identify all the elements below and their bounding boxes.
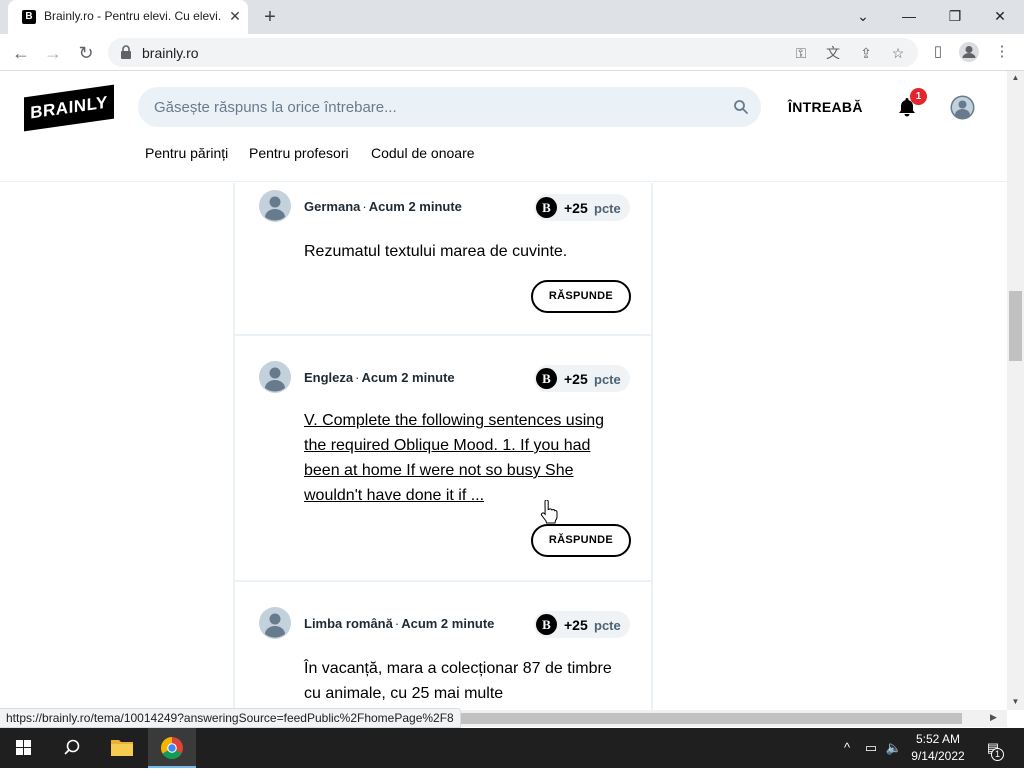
chrome-icon	[161, 737, 183, 759]
tab-title: Brainly.ro - Pentru elevi. Cu elevi.	[44, 9, 222, 23]
question-feed: Germana · Acum 2 minute B +25 pcte Rezumat…	[233, 183, 653, 710]
browser-menu-icon[interactable]: ⋮	[991, 41, 1013, 63]
url-text: brainly.ro	[142, 45, 199, 61]
question-meta: Germana · Acum 2 minute	[304, 199, 462, 214]
horizontal-scroll-thumb[interactable]	[450, 713, 962, 724]
answer-button[interactable]: RĂSPUNDE	[531, 280, 631, 313]
scroll-up-arrow-icon[interactable]: ▲	[1007, 73, 1024, 82]
reload-button[interactable]: ↻	[73, 40, 99, 66]
subnav-link-teachers[interactable]: Pentru profesori	[249, 145, 349, 161]
question-time: Acum 2 minute	[368, 199, 462, 214]
close-window-button[interactable]: ✕	[985, 4, 1015, 28]
hand-cursor-icon	[540, 500, 558, 524]
windows-logo-icon	[16, 740, 31, 755]
asker-avatar-icon[interactable]	[259, 361, 291, 393]
vertical-scrollbar[interactable]: ▲ ▼	[1007, 71, 1024, 710]
profile-avatar-icon	[959, 42, 979, 62]
user-avatar-icon[interactable]	[950, 95, 975, 120]
subnav-link-honor-code[interactable]: Codul de onoare	[371, 145, 475, 161]
browser-toolbar: ← → ↻ brainly.ro ⚿ 文 ⇪ ☆ ▯ ⋮	[0, 34, 1024, 71]
search-icon	[64, 739, 80, 755]
back-button[interactable]: ←	[8, 40, 34, 66]
vertical-scroll-thumb[interactable]	[1009, 291, 1022, 361]
new-tab-button[interactable]: +	[258, 5, 282, 29]
brainly-points-icon: B	[536, 614, 557, 635]
tray-overflow-chevron-icon[interactable]: ^	[838, 739, 856, 757]
search-input[interactable]	[154, 87, 724, 127]
network-icon[interactable]: ▭	[862, 739, 880, 757]
address-bar[interactable]: brainly.ro ⚿ 文 ⇪ ☆	[108, 38, 918, 67]
brainly-logo[interactable]: BRAINLY	[24, 84, 114, 132]
minimize-button[interactable]: —	[894, 4, 924, 28]
question-time: Acum 2 minute	[401, 616, 495, 631]
clock-date[interactable]: 9/14/2022	[903, 749, 973, 763]
tab-search-chevron-icon[interactable]: ⌄	[848, 4, 878, 28]
browser-tab[interactable]: B Brainly.ro - Pentru elevi. Cu elevi. ✕	[8, 0, 248, 34]
subnav-link-parents[interactable]: Pentru părinți	[145, 145, 228, 161]
question-text-link[interactable]: V. Complete the following sentences usin…	[304, 408, 614, 508]
web-page: BRAINLY ÎNTREABĂ 1 Pentru părinți Pentru…	[0, 71, 1007, 710]
question-time: Acum 2 minute	[361, 370, 455, 385]
question-text[interactable]: Rezumatul textului marea de cuvinte.	[304, 239, 614, 264]
share-icon[interactable]: ⇪	[856, 44, 876, 62]
windows-taskbar: ^ ▭ 🔈 5:52 AM 9/14/2022 ▤ 1	[0, 728, 1024, 768]
ask-question-button[interactable]: ÎNTREABĂ	[788, 99, 863, 115]
translate-icon[interactable]: 文	[823, 44, 843, 62]
browser-tab-strip: B Brainly.ro - Pentru elevi. Cu elevi. ✕…	[0, 0, 1024, 34]
brainly-favicon-icon: B	[22, 10, 36, 24]
search-taskbar-button[interactable]	[48, 728, 96, 768]
file-explorer-button[interactable]	[98, 728, 146, 768]
key-icon[interactable]: ⚿	[791, 44, 811, 62]
notification-count-badge: 1	[910, 88, 927, 105]
tab-close-icon[interactable]: ✕	[226, 7, 244, 25]
question-card: Engleza · Acum 2 minute B +25 pcte V. Comp…	[233, 336, 653, 582]
question-card: Limba română · Acum 2 minute B +25 pcte În…	[233, 582, 653, 710]
profile-icon[interactable]	[958, 41, 980, 63]
points-value: +25	[564, 200, 588, 216]
chrome-taskbar-button[interactable]	[148, 728, 196, 768]
forward-button[interactable]: →	[40, 40, 66, 66]
side-panel-icon[interactable]: ▯	[927, 41, 949, 63]
points-badge: B +25 pcte	[534, 611, 630, 638]
lock-icon	[121, 45, 131, 59]
folder-icon	[111, 740, 133, 756]
points-unit: pcte	[594, 372, 621, 387]
scroll-right-arrow-icon[interactable]: ▶	[990, 712, 997, 723]
subject-label[interactable]: Limba română	[304, 616, 393, 631]
brainly-points-icon: B	[536, 368, 557, 389]
link-status-bubble: https://brainly.ro/tema/10014249?answeri…	[0, 708, 461, 728]
brainly-points-icon: B	[536, 197, 557, 218]
site-header: BRAINLY ÎNTREABĂ 1 Pentru părinți Pentru…	[0, 71, 1007, 182]
search-bar[interactable]	[138, 87, 761, 127]
question-card: Germana · Acum 2 minute B +25 pcte Rezumat…	[233, 183, 653, 336]
points-unit: pcte	[594, 201, 621, 216]
asker-avatar-icon[interactable]	[259, 190, 291, 222]
restore-button[interactable]: ❐	[940, 4, 970, 28]
asker-avatar-icon[interactable]	[259, 607, 291, 639]
answer-button[interactable]: RĂSPUNDE	[531, 524, 631, 557]
volume-icon[interactable]: 🔈	[885, 739, 903, 757]
subject-label[interactable]: Engleza	[304, 370, 353, 385]
points-value: +25	[564, 617, 588, 633]
bookmark-star-icon[interactable]: ☆	[888, 44, 908, 62]
question-meta: Limba română · Acum 2 minute	[304, 616, 495, 631]
points-badge: B +25 pcte	[534, 365, 630, 392]
clock-time[interactable]: 5:52 AM	[903, 732, 973, 746]
points-badge: B +25 pcte	[534, 194, 630, 221]
start-button[interactable]	[0, 728, 48, 768]
points-value: +25	[564, 371, 588, 387]
subject-label[interactable]: Germana	[304, 199, 360, 214]
search-icon[interactable]	[733, 99, 749, 115]
action-center-count: 1	[991, 748, 1004, 761]
question-text[interactable]: În vacanță, mara a colecționar 87 de tim…	[304, 656, 614, 706]
scroll-down-arrow-icon[interactable]: ▼	[1007, 697, 1024, 706]
points-unit: pcte	[594, 618, 621, 633]
question-meta: Engleza · Acum 2 minute	[304, 370, 455, 385]
